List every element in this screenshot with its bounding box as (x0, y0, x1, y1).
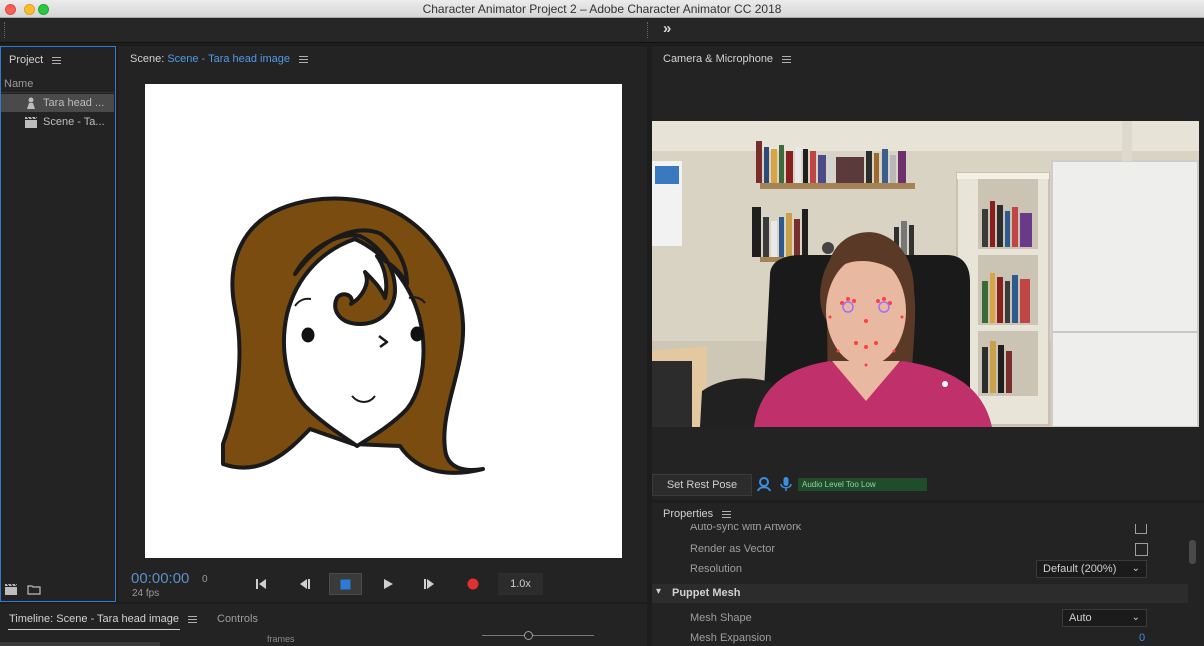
panel-menu-icon[interactable] (299, 55, 309, 63)
scene-artboard[interactable] (145, 84, 622, 558)
webcam-feed (652, 121, 1199, 428)
active-tab-underline (8, 629, 180, 630)
scene-name-link[interactable]: Scene - Tara head image (167, 53, 290, 65)
zoom-slider-handle[interactable] (524, 631, 533, 640)
timeline-track[interactable] (0, 642, 160, 646)
play-button[interactable] (377, 573, 399, 595)
microphone-toggle-icon[interactable] (780, 476, 792, 492)
audio-level-meter: Audio Level Too Low (798, 478, 927, 491)
set-rest-pose-button[interactable]: Set Rest Pose (652, 474, 752, 496)
stop-button[interactable] (329, 573, 362, 595)
zoom-slider[interactable] (482, 635, 594, 636)
scene-prefix-label: Scene: (130, 53, 165, 65)
scene-panel-header: Scene: Scene - Tara head image (130, 53, 309, 65)
go-to-start-button[interactable] (250, 573, 272, 595)
controls-tab[interactable]: Controls (217, 613, 258, 625)
chevron-down-icon: ⌄ (1131, 612, 1140, 623)
timeline-panel (0, 604, 647, 646)
puppet-mesh-section-title: Puppet Mesh (672, 587, 741, 599)
properties-scroll-area[interactable]: Auto-sync with Artwork Render as Vector … (652, 524, 1188, 646)
panel-menu-icon[interactable] (782, 55, 792, 63)
project-item-puppet[interactable]: Tara head ... (1, 94, 114, 112)
project-item-scene[interactable]: Scene - Ta... (1, 113, 114, 131)
puppet-icon (27, 97, 35, 109)
go-to-start-icon (256, 579, 266, 589)
resolution-label: Resolution (690, 563, 742, 575)
project-panel: Project Name Tara head ... Scene - Ta... (0, 46, 116, 602)
puppet-mesh-section-header[interactable]: ▾ Puppet Mesh (652, 584, 1188, 603)
scene-clapper-icon (25, 116, 38, 128)
project-panel-header: Project (9, 54, 62, 66)
play-icon (384, 579, 393, 589)
expand-panels-icon[interactable]: » (663, 20, 671, 37)
frames-label: frames (267, 634, 295, 644)
render-vector-checkbox[interactable] (1135, 543, 1148, 556)
window-title: Character Animator Project 2 – Adobe Cha… (422, 2, 782, 16)
mesh-shape-label: Mesh Shape (690, 612, 752, 624)
panel-menu-icon[interactable] (722, 510, 732, 518)
step-back-button[interactable] (293, 573, 315, 595)
properties-panel-title: Properties (663, 508, 714, 520)
properties-scrollbar-thumb[interactable] (1189, 540, 1196, 564)
new-folder-icon[interactable] (27, 584, 41, 595)
new-scene-icon[interactable] (4, 583, 18, 596)
timeline-tab-label: Timeline: Scene - Tara head image (9, 613, 179, 625)
project-panel-title: Project (9, 54, 44, 66)
playback-speed-button[interactable]: 1.0x (498, 573, 543, 595)
mesh-shape-dropdown[interactable]: Auto ⌄ (1062, 609, 1147, 627)
toolbar-gripper[interactable] (4, 22, 6, 38)
camera-panel-header: Camera & Microphone (663, 53, 792, 65)
step-forward-icon (424, 579, 434, 589)
mesh-expansion-value[interactable]: 0 (1139, 632, 1145, 644)
step-back-icon (300, 579, 310, 589)
webcam-image (652, 121, 1199, 428)
panel-menu-icon[interactable] (188, 615, 198, 623)
mesh-expansion-label: Mesh Expansion (690, 632, 772, 644)
record-button[interactable] (462, 573, 484, 595)
panel-menu-icon[interactable] (52, 56, 62, 64)
project-item-label: Tara head ... (43, 97, 105, 109)
timecode-display[interactable]: 00:00:00 (131, 570, 189, 587)
project-name-column-header[interactable]: Name (4, 78, 33, 90)
camera-toggle-icon[interactable] (757, 477, 771, 492)
properties-panel-header: Properties (663, 508, 732, 520)
auto-sync-checkbox[interactable] (1135, 524, 1147, 534)
render-vector-label: Render as Vector (690, 543, 775, 555)
camera-panel-title: Camera & Microphone (663, 53, 774, 65)
auto-sync-label: Auto-sync with Artwork (690, 524, 802, 533)
chevron-down-icon: ⌄ (1131, 563, 1140, 574)
toolbar-divider (647, 22, 649, 38)
step-forward-button[interactable] (419, 573, 441, 595)
toolbar: » (0, 18, 1204, 43)
chevron-down-icon: ▾ (656, 586, 662, 597)
resolution-dropdown[interactable]: Default (200%) ⌄ (1036, 560, 1147, 578)
mesh-shape-value: Auto (1069, 612, 1092, 624)
fps-label: 24 fps (132, 588, 160, 599)
character-head-illustration (221, 196, 485, 475)
window-title-bar: Character Animator Project 2 – Adobe Cha… (0, 0, 1204, 18)
resolution-value: Default (200%) (1043, 563, 1117, 575)
frame-number: 0 (202, 574, 208, 585)
stop-icon (340, 579, 351, 590)
project-item-label: Scene - Ta... (43, 116, 105, 128)
timeline-tab[interactable]: Timeline: Scene - Tara head image (9, 613, 198, 625)
record-icon (467, 578, 479, 590)
divider (1, 92, 115, 93)
